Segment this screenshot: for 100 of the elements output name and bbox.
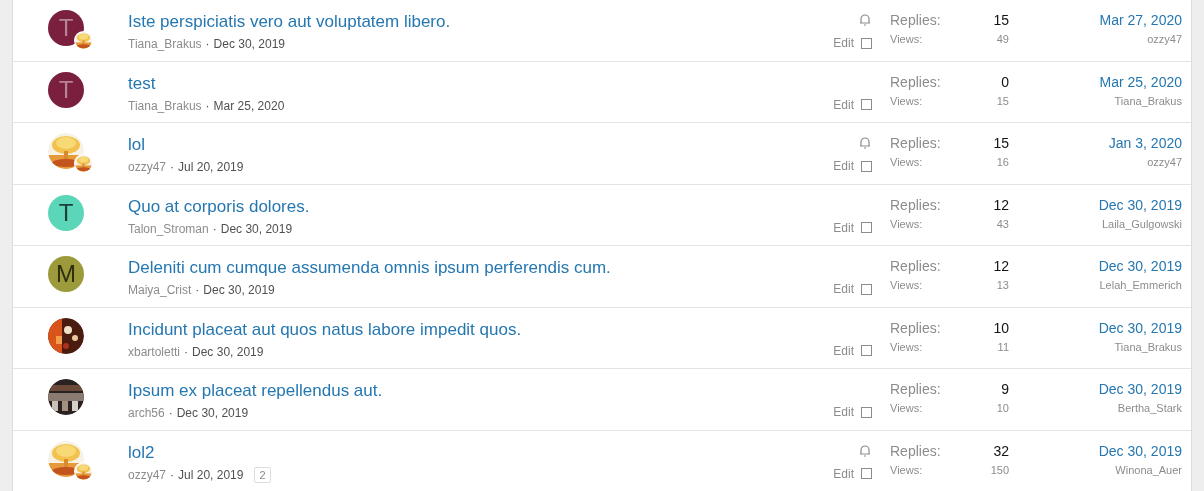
last-post-date[interactable]: Dec 30, 2019 [1098,317,1182,338]
replies-count: 12 [993,257,1009,276]
replies-label: Replies: [890,134,941,153]
replies-count: 32 [993,441,1009,461]
edit-link[interactable]: Edit [833,97,854,112]
last-post-date[interactable]: Dec 30, 2019 [1098,194,1182,215]
views-count: 10 [996,401,1009,416]
views-label: Views: [890,339,923,355]
select-checkbox[interactable] [861,222,872,233]
separator-dot: · [195,282,200,299]
thread-author[interactable]: Talon_Stroman [128,219,209,238]
select-checkbox[interactable] [861,283,872,295]
replies-label: Replies: [890,72,941,92]
thread-date[interactable]: Dec 30, 2019 [213,35,285,53]
views-label: Views: [890,216,923,232]
edit-link[interactable]: Edit [833,36,854,50]
replies-label: Replies: [890,11,941,30]
last-post-user[interactable]: Lelah_Emmerich [1099,276,1182,294]
thread-title[interactable]: Deleniti cum cumque assumenda omnis ipsum perferendis cum. [128,257,812,279]
last-post-date[interactable]: Mar 27, 2020 [1099,10,1182,30]
thread-title[interactable]: lol2 [128,441,812,464]
thread-date[interactable]: Mar 25, 2020 [213,96,285,115]
thread-author[interactable]: Maiya_Crist [128,281,192,299]
edit-link[interactable]: Edit [833,282,854,296]
thread-author[interactable]: ozzy47 [128,465,167,484]
views-count: 16 [996,155,1009,170]
bell-icon[interactable] [859,136,871,149]
last-post-user[interactable]: ozzy47 [1147,153,1182,171]
thread-author[interactable]: ozzy47 [128,158,167,176]
replies-count: 15 [993,11,1009,30]
page-link[interactable]: 2 [254,466,271,483]
select-checkbox[interactable] [861,468,872,479]
user-avatar[interactable]: M [48,256,84,292]
select-checkbox[interactable] [861,37,872,49]
thread-title[interactable]: test [128,72,812,95]
views-count: 49 [996,32,1009,47]
thread-title[interactable]: lol [128,134,812,156]
views-label: Views: [890,278,923,293]
thread-title[interactable]: Incidunt placeat aut quos natus labore impedit quos. [128,318,812,341]
select-checkbox[interactable] [861,99,872,110]
thread-date[interactable]: Dec 30, 2019 [203,281,275,299]
last-post-user[interactable]: Bertha_Stark [1117,399,1182,417]
edit-link[interactable]: Edit [833,159,854,173]
thread-date[interactable]: Jul 20, 2019 [178,465,244,484]
user-avatar[interactable]: T [48,71,84,108]
thread-title[interactable]: Quo at corporis dolores. [128,195,812,218]
last-post-user[interactable]: Winona_Auer [1115,460,1182,479]
thread-date[interactable]: Dec 30, 2019 [220,219,293,238]
thread-date[interactable]: Dec 30, 2019 [192,342,264,361]
replies-count: 0 [1001,72,1009,92]
user-avatar[interactable]: T [48,194,84,231]
select-checkbox[interactable] [861,345,872,356]
views-label: Views: [890,401,923,416]
thread-title[interactable]: Iste perspiciatis vero aut voluptatem libero. [128,11,812,33]
edit-link[interactable]: Edit [833,220,854,235]
replies-count: 10 [993,318,1009,338]
replies-count: 9 [1001,380,1009,399]
thread-author[interactable]: arch56 [128,404,165,422]
replies-label: Replies: [890,318,941,338]
separator-dot: · [205,97,210,115]
thread-date[interactable]: Dec 30, 2019 [176,404,249,422]
last-post-date[interactable]: Dec 30, 2019 [1098,440,1182,461]
edit-link[interactable]: Edit [833,343,854,358]
thread-author[interactable]: Tiana_Brakus [128,35,202,53]
views-count: 11 [997,339,1009,355]
edit-link[interactable]: Edit [833,466,854,481]
views-count: 15 [996,93,1009,109]
last-post-user[interactable]: Tiana_Brakus [1114,337,1182,356]
last-post-user[interactable]: Laila_Gulgowski [1101,214,1182,233]
views-label: Views: [890,93,923,109]
separator-dot: · [170,159,175,176]
bell-icon[interactable] [859,13,871,26]
bell-icon[interactable] [859,443,871,457]
views-label: Views: [890,32,923,47]
views-count: 13 [996,278,1009,293]
replies-label: Replies: [890,380,941,399]
thread-date[interactable]: Jul 20, 2019 [178,158,244,176]
thread-author[interactable]: xbartoletti [128,342,181,361]
replies-count: 12 [993,195,1009,215]
thread-title[interactable]: Ipsum ex placeat repellendus aut. [128,380,812,402]
last-post-user[interactable]: Tiana_Brakus [1114,91,1182,110]
last-post-user[interactable]: ozzy47 [1147,30,1182,48]
replies-label: Replies: [890,195,941,215]
select-checkbox[interactable] [861,160,872,172]
last-post-date[interactable]: Jan 3, 2020 [1108,133,1182,153]
replies-count: 15 [993,134,1009,153]
select-checkbox[interactable] [861,406,872,418]
separator-dot: · [205,36,210,53]
replies-label: Replies: [890,257,941,276]
views-count: 43 [996,216,1009,232]
separator-dot: · [184,343,189,361]
thread-author[interactable]: Tiana_Brakus [128,96,202,115]
separator-dot: · [170,466,175,484]
edit-link[interactable]: Edit [833,405,854,419]
last-post-date[interactable]: Dec 30, 2019 [1098,379,1182,399]
separator-dot: · [212,220,217,238]
replies-label: Replies: [890,441,941,461]
user-avatar[interactable]: T [48,10,84,46]
last-post-date[interactable]: Mar 25, 2020 [1099,71,1182,92]
last-post-date[interactable]: Dec 30, 2019 [1098,256,1182,276]
